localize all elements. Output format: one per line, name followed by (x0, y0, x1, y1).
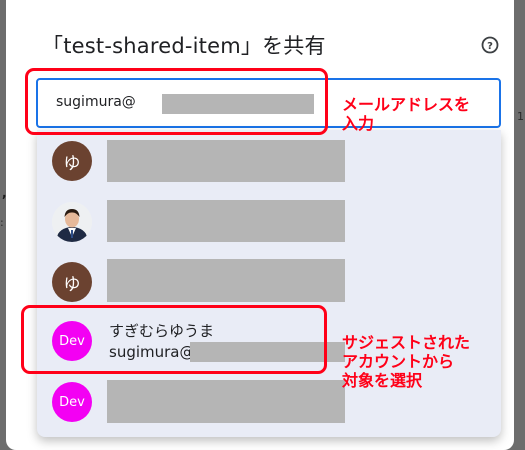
suggestion-item[interactable] (37, 193, 501, 251)
annotation-input-email: メールアドレスを 入力 (342, 95, 471, 133)
suggestion-item[interactable]: ゆ (37, 132, 501, 190)
suggestion-dropdown: ゆ ゆ Dev すぎむらゆうま sugimura@ Dev (37, 130, 501, 437)
highlight-suggestion (21, 305, 327, 374)
dialog-title: 「test-shared-item」を共有 (42, 34, 326, 58)
person-photo-icon (52, 202, 92, 242)
redacted-contact (107, 380, 345, 423)
redacted-contact (107, 140, 345, 182)
redacted-contact (107, 200, 345, 242)
avatar: Dev (52, 382, 92, 422)
redacted-contact (107, 259, 345, 302)
highlight-email-input (25, 68, 328, 135)
annotation-select-account: サジェストされた アカウントから 対象を選択 (342, 333, 471, 390)
avatar-photo (52, 202, 92, 242)
background-glyph: 1 (517, 110, 524, 123)
help-circle-icon[interactable]: ? (481, 36, 499, 54)
suggestion-item[interactable]: ゆ (37, 253, 501, 311)
background-glyph: : (0, 216, 4, 229)
avatar: ゆ (52, 141, 92, 181)
avatar: ゆ (52, 262, 92, 302)
svg-text:?: ? (487, 41, 493, 52)
